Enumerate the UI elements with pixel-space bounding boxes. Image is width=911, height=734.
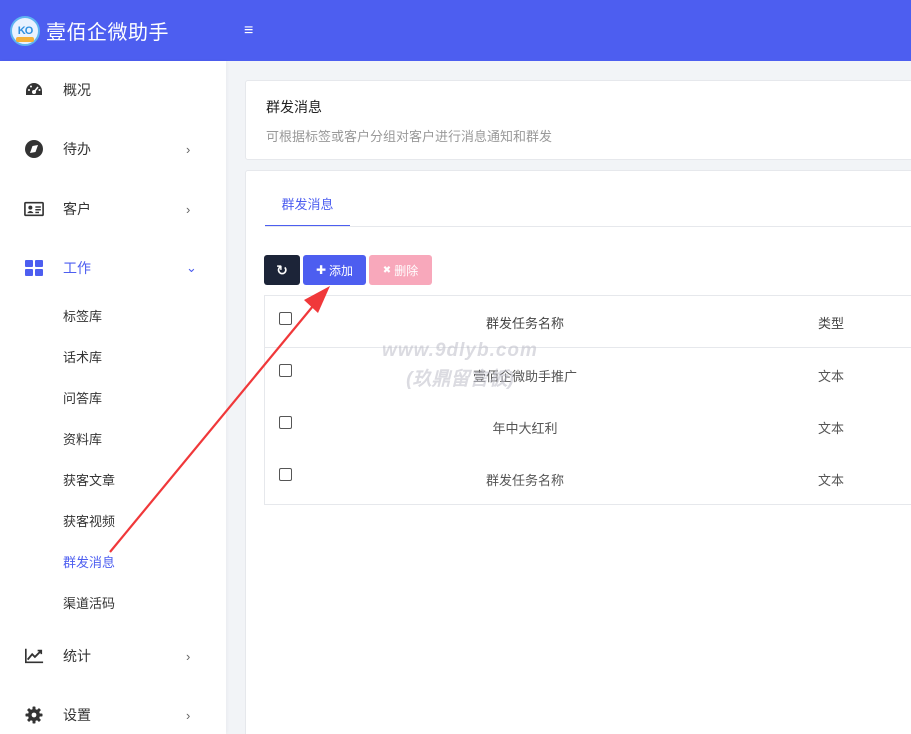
row-checkbox[interactable]	[279, 416, 292, 429]
chevron-right-icon: ›	[186, 648, 191, 664]
row-checkbox[interactable]	[279, 468, 292, 481]
sidebar-item-customers[interactable]: 客户 ›	[0, 189, 226, 229]
tab-group-message[interactable]: 群发消息	[265, 190, 350, 227]
table-row[interactable]: 年中大红利 文本	[265, 400, 911, 452]
column-header-type[interactable]: 类型	[805, 313, 857, 332]
sidebar-item-settings[interactable]: 设置 ›	[0, 695, 226, 734]
sub-item-lead-articles[interactable]: 获客文章	[63, 470, 115, 489]
tab-divider	[265, 226, 911, 227]
compass-icon	[24, 139, 44, 159]
table-header-row: 群发任务名称 类型	[265, 296, 911, 348]
logo-text: KO	[17, 24, 33, 37]
table-row[interactable]: 壹佰企微助手推广 文本	[265, 348, 911, 400]
logo-band	[16, 36, 34, 42]
close-icon: ✖	[382, 264, 392, 276]
row-checkbox[interactable]	[279, 364, 292, 377]
dashboard-icon	[24, 80, 44, 100]
page-description: 可根据标签或客户分组对客户进行消息通知和群发	[266, 129, 553, 144]
chevron-right-icon: ›	[186, 707, 191, 723]
contact-card-icon	[24, 199, 44, 219]
cell-type: 文本	[817, 473, 844, 488]
sidebar-item-label: 统计	[63, 648, 91, 664]
delete-button[interactable]: ✖ 删除	[369, 255, 432, 285]
refresh-button[interactable]: ↻	[264, 255, 300, 285]
add-button-label: 添加	[329, 263, 354, 278]
sub-item-lead-videos[interactable]: 获客视频	[63, 511, 115, 530]
page-header-card	[245, 80, 911, 160]
sidebar: 概况 待办 › 客户 › 工作 ⌄ 标签库 话术库 问答库 资料库 获客文章 获…	[0, 61, 226, 734]
chevron-right-icon: ›	[186, 201, 191, 217]
chevron-right-icon: ›	[186, 141, 191, 157]
cell-task-name: 年中大红利	[492, 421, 558, 436]
sidebar-item-label: 客户	[63, 201, 91, 217]
cell-type: 文本	[817, 421, 844, 436]
plus-icon: ✚	[315, 263, 327, 277]
delete-button-label: 删除	[394, 263, 419, 278]
app-title: 壹佰企微助手	[46, 22, 169, 44]
cell-task-name: 壹佰企微助手推广	[472, 369, 577, 384]
sidebar-item-label: 待办	[63, 141, 91, 157]
chevron-down-icon: ⌄	[186, 260, 197, 275]
message-table: 群发任务名称 类型 壹佰企微助手推广 文本 年中大红利 文本 群发任务名称 文本	[264, 295, 911, 505]
sub-item-qa-library[interactable]: 问答库	[63, 388, 102, 407]
top-header: KO 壹佰企微助手 ≡	[0, 0, 911, 61]
sidebar-item-label: 工作	[63, 260, 91, 276]
page-title: 群发消息	[266, 99, 322, 115]
sub-item-material-library[interactable]: 资料库	[63, 429, 102, 448]
brand[interactable]: KO 壹佰企微助手	[0, 0, 226, 61]
sidebar-item-label: 设置	[63, 707, 91, 723]
cell-type: 文本	[817, 369, 844, 384]
sidebar-item-overview[interactable]: 概况	[0, 70, 226, 110]
select-all-checkbox[interactable]	[279, 312, 292, 325]
cell-task-name: 群发任务名称	[485, 473, 564, 488]
menu-toggle-icon[interactable]: ≡	[244, 22, 253, 40]
sub-item-group-message[interactable]: 群发消息	[63, 552, 115, 571]
column-header-name[interactable]: 群发任务名称	[425, 313, 625, 332]
app-logo: KO	[10, 15, 40, 46]
sidebar-item-statistics[interactable]: 统计 ›	[0, 636, 226, 676]
sub-item-channel-qrcode[interactable]: 渠道活码	[63, 593, 115, 612]
line-chart-icon	[24, 646, 44, 666]
sub-item-script-library[interactable]: 话术库	[63, 347, 102, 366]
grid-icon	[24, 258, 44, 278]
sidebar-item-label: 概况	[63, 82, 91, 98]
sidebar-item-todo[interactable]: 待办 ›	[0, 129, 226, 169]
add-button[interactable]: ✚ 添加	[303, 255, 366, 285]
refresh-icon: ↻	[276, 261, 288, 278]
gear-icon	[24, 705, 44, 725]
sub-item-tag-library[interactable]: 标签库	[63, 306, 102, 325]
sidebar-item-work[interactable]: 工作 ⌄	[0, 248, 226, 288]
table-row[interactable]: 群发任务名称 文本	[265, 452, 911, 504]
